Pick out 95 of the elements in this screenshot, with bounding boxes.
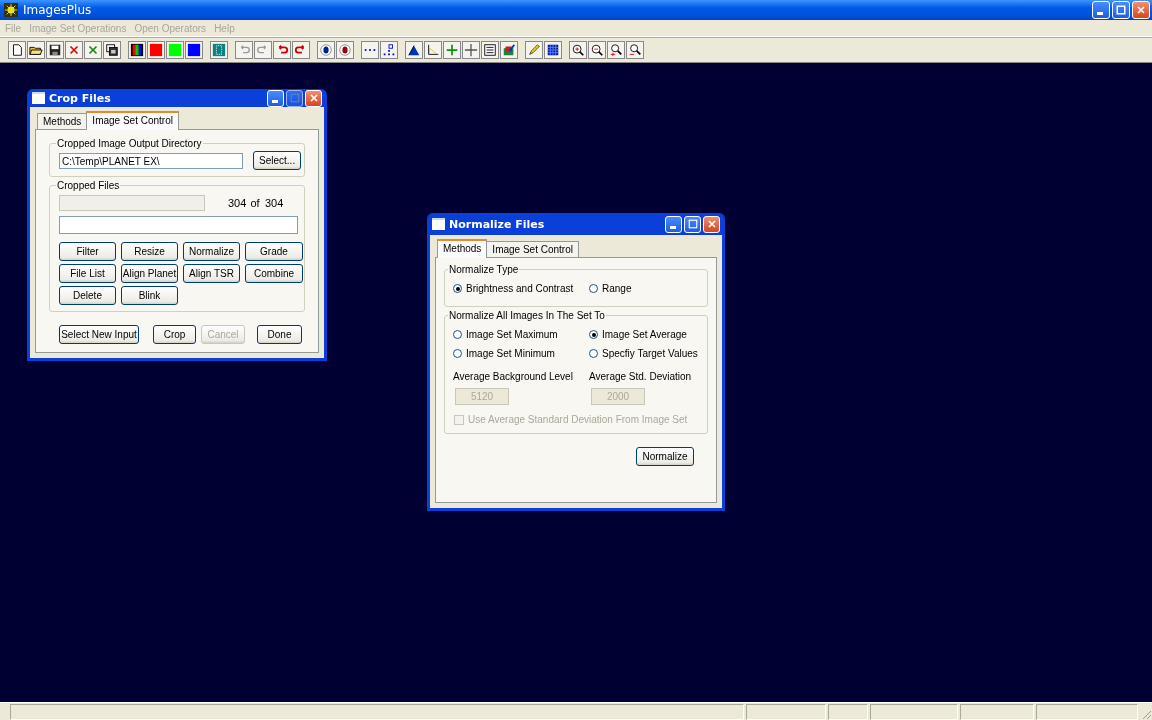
pencil-icon[interactable] bbox=[525, 41, 543, 59]
action-button[interactable]: Resize bbox=[121, 242, 178, 261]
group-label: Cropped Files bbox=[56, 180, 121, 191]
windows-icon[interactable] bbox=[103, 41, 121, 59]
maximize-icon bbox=[686, 218, 699, 230]
maximize-button[interactable] bbox=[1112, 1, 1130, 19]
plus-icon[interactable] bbox=[443, 41, 461, 59]
window-icon bbox=[32, 92, 45, 104]
circle-dot-icon[interactable] bbox=[336, 41, 354, 59]
table-icon[interactable] bbox=[481, 41, 499, 59]
maximize-button[interactable] bbox=[286, 89, 303, 107]
save-icon[interactable] bbox=[46, 41, 64, 59]
dialog-button[interactable]: Select New Input bbox=[59, 325, 139, 344]
radio-button[interactable] bbox=[453, 330, 462, 339]
action-button[interactable]: File List bbox=[59, 264, 116, 283]
window-title: Normalize Files bbox=[449, 217, 545, 231]
action-button[interactable]: Filter bbox=[59, 242, 116, 261]
action-button[interactable]: Align TSR bbox=[183, 264, 240, 283]
radio-label: Image Set Average bbox=[602, 329, 687, 340]
close-button[interactable] bbox=[305, 89, 322, 107]
maximize-icon bbox=[288, 92, 301, 104]
action-button[interactable]: Delete bbox=[59, 286, 116, 305]
close-button[interactable] bbox=[703, 215, 720, 233]
of-label: of bbox=[249, 197, 261, 209]
minimize-icon bbox=[669, 225, 676, 229]
tab[interactable]: Image Set Control bbox=[86, 111, 179, 130]
dots-icon[interactable] bbox=[380, 41, 398, 59]
radio-label: Image Set Minimum bbox=[466, 348, 555, 359]
minimize-button[interactable] bbox=[665, 215, 682, 233]
maximize-button[interactable] bbox=[684, 215, 701, 233]
crosshair-icon[interactable] bbox=[462, 41, 480, 59]
window-title: Crop Files bbox=[49, 91, 111, 105]
window-icon bbox=[432, 218, 445, 230]
close-button[interactable] bbox=[1132, 1, 1150, 19]
cross-icon[interactable] bbox=[84, 41, 102, 59]
dialog-button[interactable]: Crop bbox=[153, 325, 196, 344]
normalize-button[interactable]: Normalize bbox=[636, 447, 694, 466]
zoom-out-icon[interactable] bbox=[588, 41, 606, 59]
open-folder-icon[interactable] bbox=[27, 41, 45, 59]
tab[interactable]: Methods bbox=[437, 239, 488, 258]
tab[interactable]: Image Set Control bbox=[486, 241, 579, 257]
group-label: Normalize Type bbox=[448, 264, 520, 275]
group-label: Normalize All Images In The Set To bbox=[448, 310, 606, 321]
checkbox-label: Use Average Standard Deviation From Image Set bbox=[468, 414, 688, 425]
tab[interactable]: Methods bbox=[37, 113, 88, 129]
minimize-icon bbox=[1097, 11, 1103, 15]
app-icon bbox=[4, 3, 18, 17]
window-title: ImagesPlus bbox=[23, 3, 92, 17]
axes-icon[interactable] bbox=[424, 41, 442, 59]
radio-button[interactable] bbox=[453, 284, 462, 293]
dotted-frame-icon[interactable] bbox=[210, 41, 228, 59]
radio-label: Image Set Maximum bbox=[466, 329, 558, 340]
status-pane bbox=[828, 704, 868, 720]
radio-button[interactable] bbox=[589, 349, 598, 358]
file-total: 304 bbox=[265, 197, 282, 209]
paint-icon[interactable] bbox=[500, 41, 518, 59]
radio-label: Brightness and Contrast bbox=[466, 283, 574, 294]
minimize-button[interactable] bbox=[1092, 1, 1110, 19]
select-button[interactable]: Select... bbox=[253, 151, 301, 170]
radio-label: Range bbox=[602, 283, 632, 294]
zoom-in-icon[interactable] bbox=[569, 41, 587, 59]
file-count: 304 bbox=[228, 197, 245, 209]
close-icon[interactable] bbox=[65, 41, 83, 59]
close-icon bbox=[307, 92, 320, 104]
close-icon bbox=[1135, 4, 1147, 16]
undo-icon[interactable] bbox=[273, 41, 291, 59]
action-button[interactable]: Normalize bbox=[183, 242, 240, 261]
grid-icon[interactable] bbox=[544, 41, 562, 59]
zoom-in-icon[interactable] bbox=[607, 41, 625, 59]
close-icon bbox=[705, 218, 718, 230]
action-button[interactable]: Blink bbox=[121, 286, 178, 305]
zoom-out-icon[interactable] bbox=[626, 41, 644, 59]
field-label: Average Background Level bbox=[453, 371, 574, 382]
redo-icon[interactable] bbox=[292, 41, 310, 59]
stripes-icon[interactable] bbox=[128, 41, 146, 59]
minimize-button[interactable] bbox=[267, 89, 284, 107]
dialog-button[interactable]: Done bbox=[257, 325, 302, 344]
radio-button[interactable] bbox=[589, 284, 598, 293]
maximize-icon bbox=[1115, 4, 1127, 16]
new-file-icon[interactable] bbox=[8, 41, 26, 59]
resize-grip-icon[interactable] bbox=[1140, 708, 1152, 720]
action-button[interactable]: Combine bbox=[245, 264, 303, 283]
radio-button[interactable] bbox=[589, 330, 598, 339]
radio-button[interactable] bbox=[453, 349, 462, 358]
undo-icon[interactable] bbox=[235, 41, 253, 59]
circle-dot-icon[interactable] bbox=[317, 41, 335, 59]
action-button[interactable]: Grade bbox=[245, 242, 303, 261]
minimize-icon bbox=[271, 99, 278, 103]
dots-icon[interactable] bbox=[361, 41, 379, 59]
action-button[interactable]: Align Planet bbox=[121, 264, 178, 283]
redo-icon[interactable] bbox=[254, 41, 272, 59]
group-label: Cropped Image Output Directory bbox=[56, 138, 203, 149]
field-label: Average Std. Deviation bbox=[589, 371, 693, 382]
directory-field[interactable]: C:\Temp\PLANET EX\ bbox=[59, 152, 244, 169]
radio-label: Specfiy Target Values bbox=[602, 348, 698, 359]
